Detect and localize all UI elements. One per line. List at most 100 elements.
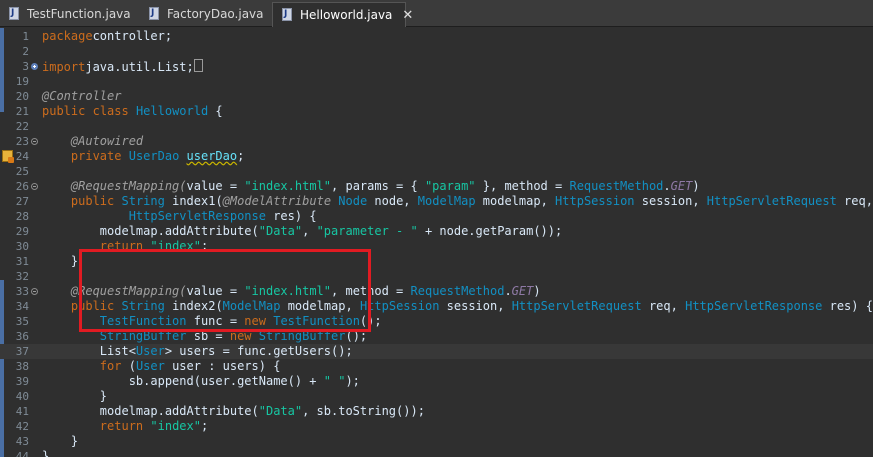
code-token: { (208, 104, 223, 118)
line-number: 25 (15, 165, 29, 178)
code-line[interactable]: 25 (0, 164, 873, 179)
code-token: , (331, 284, 346, 298)
code-text: @Autowired (42, 134, 143, 149)
tab-helloworld-java[interactable]: J Helloworld.java ✕ (272, 2, 413, 27)
code-token: new (244, 314, 266, 328)
warning-marker-icon[interactable] (2, 150, 14, 163)
close-tab-icon[interactable]: ✕ (402, 8, 413, 23)
code-token: , sb.toString()); (302, 404, 425, 418)
code-token: @RequestMapping( (70, 179, 187, 193)
code-line[interactable]: 22 (0, 119, 873, 134)
code-text: } (42, 254, 78, 269)
collapse-fold-icon[interactable] (31, 288, 38, 295)
collapse-fold-icon[interactable] (31, 138, 38, 145)
code-token: res) { (822, 299, 873, 313)
code-text: public class Helloworld { (42, 104, 223, 119)
code-line[interactable]: 1 packagecontroller; (0, 29, 873, 44)
code-line[interactable]: 39 sb.append(user.getName() + " "); (0, 374, 873, 389)
code-line[interactable]: 24 private UserDao userDao; (0, 149, 873, 164)
code-line[interactable]: 29 modelmap.addAttribute("Data", "parame… (0, 224, 873, 239)
tab-label: FactoryDao.java (167, 7, 264, 21)
code-token: Helloworld (135, 104, 209, 118)
code-token: GET (511, 284, 534, 298)
collapsed-imports-icon[interactable] (193, 59, 203, 72)
code-line[interactable]: 41 modelmap.addAttribute("Data", sb.toSt… (0, 404, 873, 419)
code-token: "Data" (258, 404, 303, 418)
code-line[interactable]: 2 (0, 44, 873, 59)
code-line[interactable]: 23 @Autowired (0, 134, 873, 149)
line-number: 36 (15, 330, 29, 343)
code-line[interactable]: 30 return "index"; (0, 239, 873, 254)
code-line[interactable]: 35 TestFunction func = new TestFunction(… (0, 314, 873, 329)
code-line[interactable]: 44} (0, 449, 873, 457)
code-line[interactable]: 33 @RequestMapping(value = "index.html",… (0, 284, 873, 299)
line-number: 23 (15, 135, 29, 148)
code-line[interactable]: 28 HttpServletResponse res) { (0, 209, 873, 224)
line-number: 27 (15, 195, 29, 208)
code-text: StringBuffer sb = new StringBuffer(); (42, 329, 367, 344)
code-token: ) (533, 284, 541, 298)
java-file-icon: J (148, 7, 161, 21)
code-line[interactable]: 31 } (0, 254, 873, 269)
code-token: > users = func.getUsers(); (164, 344, 353, 358)
code-token: ; (237, 149, 245, 163)
tab-factorydao-java[interactable]: J FactoryDao.java (140, 2, 268, 26)
code-text: HttpServletResponse res) { (42, 209, 317, 224)
code-token: req, (641, 299, 686, 313)
code-line[interactable]: 27 public String index1(@ModelAttribute … (0, 194, 873, 209)
code-line[interactable]: 26 @RequestMapping(value = "index.html",… (0, 179, 873, 194)
code-token: value (186, 179, 223, 193)
code-text: for (User user : users) { (42, 359, 281, 374)
code-token: "Data" (258, 224, 303, 238)
code-line[interactable]: 19 (0, 74, 873, 89)
tab-testfunction-java[interactable]: J TestFunction.java (0, 2, 138, 26)
code-line[interactable]: 38 for (User user : users) { (0, 359, 873, 374)
code-token: @Autowired (70, 134, 144, 148)
code-token: } (42, 254, 79, 268)
line-number: 32 (15, 270, 29, 283)
code-text: @RequestMapping(value = "index.html", me… (42, 284, 541, 299)
code-line[interactable]: 3 importjava.util.List; (0, 59, 873, 74)
line-number: 34 (15, 300, 29, 313)
line-number: 31 (15, 255, 29, 268)
code-text: } (42, 434, 78, 449)
code-token: . (663, 179, 671, 193)
tab-label: TestFunction.java (27, 7, 131, 21)
code-line[interactable]: 37 List<User> users = func.getUsers(); (0, 344, 873, 359)
line-number: 22 (15, 120, 29, 133)
code-token: User (135, 359, 165, 373)
code-token: = (222, 179, 245, 193)
line-number: 30 (15, 240, 29, 253)
java-file-icon: J (8, 7, 21, 21)
code-token: HttpServletResponse (685, 299, 823, 313)
line-number: 1 (22, 30, 29, 43)
code-editor[interactable]: 1 packagecontroller; 2 3 importjava.util.Lis… (0, 27, 873, 457)
code-token: @RequestMapping( (70, 284, 187, 298)
expand-fold-icon[interactable] (31, 63, 38, 70)
code-text: TestFunction func = new TestFunction(); (42, 314, 382, 329)
code-line[interactable]: 43 } (0, 434, 873, 449)
code-line[interactable]: 32 (0, 269, 873, 284)
code-token: modelmap, (280, 299, 360, 313)
code-token: . (504, 284, 512, 298)
code-token: for (99, 359, 122, 373)
line-number: 2 (22, 45, 29, 58)
code-line[interactable]: 42 return "index"; (0, 419, 873, 434)
code-line[interactable]: 36 StringBuffer sb = new StringBuffer(); (0, 329, 873, 344)
code-line[interactable]: 40 } (0, 389, 873, 404)
code-line[interactable]: 34 public String index2(ModelMap modelma… (0, 299, 873, 314)
code-line[interactable]: 20 @Controller (0, 89, 873, 104)
code-line[interactable]: 21 public class Helloworld { (0, 104, 873, 119)
code-token: index2( (172, 299, 223, 313)
line-number: 35 (15, 315, 29, 328)
line-number: 40 (15, 390, 29, 403)
collapse-fold-icon[interactable] (31, 183, 38, 190)
code-token: return (99, 419, 144, 433)
